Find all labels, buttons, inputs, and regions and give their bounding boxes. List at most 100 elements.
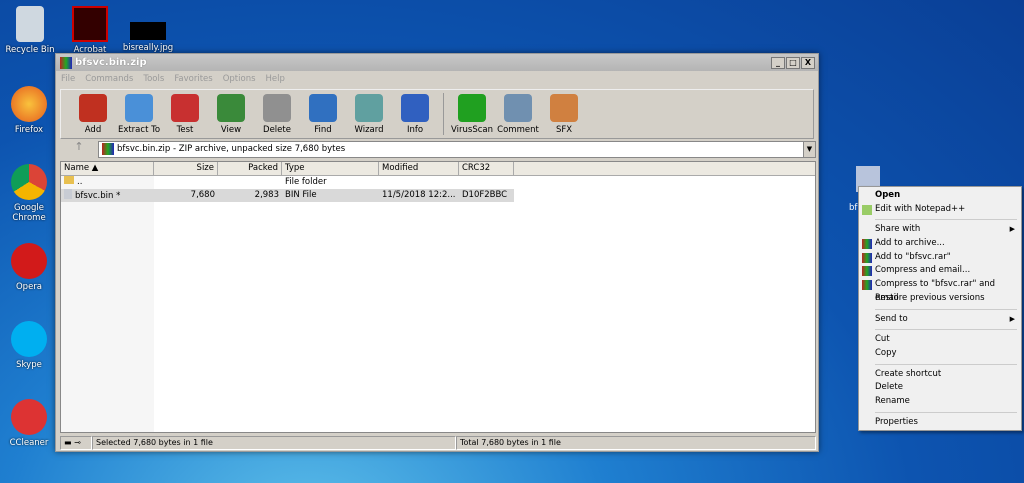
context-menu-item-open[interactable]: Open (861, 189, 1019, 203)
column-name[interactable]: Name ▲ (61, 162, 154, 175)
context-menu-item-compress-and-email[interactable]: Compress and email... (861, 264, 1019, 278)
opera-icon (11, 243, 47, 279)
delete-icon (263, 94, 291, 122)
context-menu-item-cut[interactable]: Cut (861, 333, 1019, 347)
menu-separator (875, 308, 1017, 310)
info-button[interactable]: Info (393, 94, 437, 135)
view-icon (217, 94, 245, 122)
menu-commands[interactable]: Commands (85, 74, 133, 84)
chevron-right-icon: ▶ (1009, 225, 1015, 234)
context-menu-item-restore-previous-versions[interactable]: Restore previous versions (861, 292, 1019, 306)
extract-to-button[interactable]: Extract To (117, 94, 161, 135)
virusscan-button[interactable]: VirusScan (450, 94, 494, 135)
comment-icon (504, 94, 532, 122)
rar-icon (862, 266, 872, 277)
image-thumbnail-icon (130, 22, 166, 40)
up-button[interactable]: ↑ (60, 140, 98, 158)
test-button[interactable]: Test (163, 94, 207, 135)
title-bar[interactable]: bfsvc.bin.zip _ □ X (56, 54, 818, 71)
context-menu-item-properties[interactable]: Properties (861, 416, 1019, 430)
desktop-icon-ccleaner[interactable]: CCleaner (1, 399, 57, 448)
maximize-button[interactable]: □ (786, 56, 800, 69)
table-row[interactable]: .. File folder (61, 176, 815, 189)
delete-button[interactable]: Delete (255, 94, 299, 135)
file-list[interactable]: Name ▲ Size Packed Type Modified CRC32 .… (60, 161, 816, 433)
address-bar[interactable]: bfsvc.bin.zip - ZIP archive, unpacked si… (98, 140, 816, 158)
winrar-icon (60, 56, 72, 69)
winrar-window: bfsvc.bin.zip _ □ X File Commands Tools Fa… (55, 53, 819, 452)
recycle-bin-icon (16, 6, 44, 42)
column-modified[interactable]: Modified (379, 162, 459, 175)
desktop-icon-recycle-bin[interactable]: Recycle Bin (2, 6, 58, 55)
extract-to-icon (125, 94, 153, 122)
desktop-icon-skype[interactable]: Skype (1, 321, 57, 370)
ccleaner-icon (11, 399, 47, 435)
menu-separator (875, 329, 1017, 331)
context-menu-item-delete[interactable]: Delete (861, 381, 1019, 395)
archive-icon (102, 143, 114, 155)
firefox-icon (11, 86, 47, 122)
notepad-icon (862, 204, 872, 215)
minimize-button[interactable]: _ (771, 56, 785, 69)
column-type[interactable]: Type (282, 162, 379, 175)
menu-separator (875, 363, 1017, 365)
chrome-icon (11, 164, 47, 200)
menu-separator (875, 219, 1017, 221)
comment-button[interactable]: Comment (496, 94, 540, 135)
add-button[interactable]: Add (71, 94, 115, 135)
menu-separator (875, 411, 1017, 413)
menu-options[interactable]: Options (223, 74, 256, 84)
status-selected: Selected 7,680 bytes in 1 file (92, 436, 456, 450)
context-menu: Open Edit with Notepad++ Share with ▶ Add to… (858, 186, 1022, 431)
context-menu-item-copy[interactable]: Copy (861, 347, 1019, 361)
status-total: Total 7,680 bytes in 1 file (456, 436, 816, 450)
toolbar: Add Extract To Test View Delete Find Wizard Inf… (60, 89, 814, 139)
column-crc32[interactable]: CRC32 (459, 162, 514, 175)
desktop-icon-chrome[interactable]: Google Chrome (1, 164, 57, 223)
close-button[interactable]: X (801, 56, 815, 69)
info-icon (401, 94, 429, 122)
menu-help[interactable]: Help (266, 74, 285, 84)
context-menu-item-create-shortcut[interactable]: Create shortcut (861, 368, 1019, 382)
table-row[interactable]: bfsvc.bin * 7,680 2,983 BIN File 11/5/20… (61, 189, 514, 202)
desktop-file-label: bf (849, 203, 858, 213)
wizard-button[interactable]: Wizard (347, 94, 391, 135)
drive-key-icon[interactable]: ▬ ⊸ (60, 436, 92, 450)
add-icon (79, 94, 107, 122)
context-menu-item-compress-to-bfsvc-rar-and-email[interactable]: Compress to "bfsvc.rar" and email (861, 278, 1019, 303)
window-title: bfsvc.bin.zip (75, 57, 147, 68)
desktop-icon-acrobat[interactable]: Acrobat (62, 6, 118, 55)
rar-icon (862, 280, 872, 291)
desktop-icon-firefox[interactable]: Firefox (1, 86, 57, 135)
toolbar-separator (443, 93, 444, 135)
test-icon (171, 94, 199, 122)
skype-icon (11, 321, 47, 357)
column-packed[interactable]: Packed (218, 162, 282, 175)
context-menu-item-share-with[interactable]: Share with ▶ (861, 223, 1019, 237)
context-menu-item-rename[interactable]: Rename (861, 395, 1019, 409)
file-icon (64, 189, 72, 199)
acrobat-icon (72, 6, 108, 42)
virusscan-icon (458, 94, 486, 122)
menu-bar: File Commands Tools Favorites Options He… (56, 71, 818, 87)
menu-file[interactable]: File (61, 74, 75, 84)
desktop-icon-opera[interactable]: Opera (1, 243, 57, 292)
sfx-button[interactable]: SFX (542, 94, 586, 135)
wizard-icon (355, 94, 383, 122)
view-button[interactable]: View (209, 94, 253, 135)
sfx-icon (550, 94, 578, 122)
context-menu-item-send-to[interactable]: Send to ▶ (861, 313, 1019, 327)
context-menu-item-add-to-bfsvc-rar[interactable]: Add to "bfsvc.rar" (861, 251, 1019, 265)
chevron-down-icon[interactable]: ▼ (803, 141, 815, 157)
menu-favorites[interactable]: Favorites (174, 74, 212, 84)
context-menu-item-add-to-archive[interactable]: Add to archive... (861, 237, 1019, 251)
menu-tools[interactable]: Tools (143, 74, 164, 84)
find-button[interactable]: Find (301, 94, 345, 135)
status-bar: ▬ ⊸ Selected 7,680 bytes in 1 file Total… (60, 436, 816, 450)
column-size[interactable]: Size (154, 162, 218, 175)
chevron-right-icon: ▶ (1009, 314, 1015, 323)
desktop-icon-image[interactable]: bisreally.jpg (120, 22, 176, 53)
rar-icon (862, 239, 872, 250)
folder-icon (64, 176, 74, 184)
context-menu-item-edit-with-notepad[interactable]: Edit with Notepad++ (861, 203, 1019, 217)
